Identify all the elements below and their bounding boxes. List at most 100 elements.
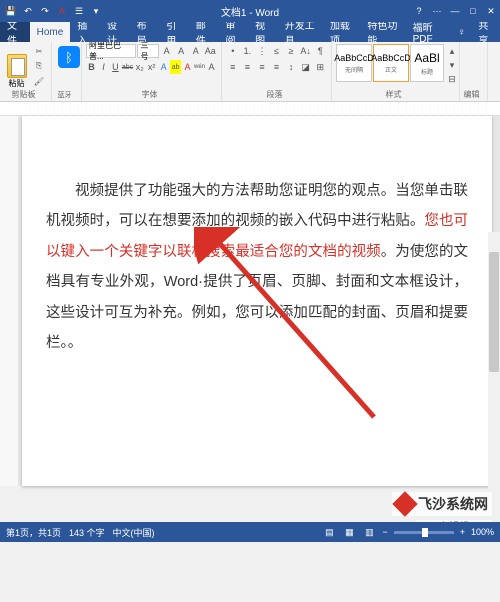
doc-text-run: 视频提供了功能强大的方法帮助您证明您的观点。当您单击联机视频时，可以在想要添加的… [46,183,468,229]
indent-dec-icon[interactable]: ≤ [270,44,284,58]
styles-more-icon[interactable]: ⊟ [445,72,459,86]
strike-button[interactable]: abc [122,60,133,74]
align-right-icon[interactable]: ≡ [255,60,269,74]
show-marks-icon[interactable]: ¶ [313,44,327,58]
shrink-font-icon[interactable]: A [174,44,188,58]
document-body[interactable]: 视频提供了功能强大的方法帮助您证明您的观点。当您单击联机视频时，可以在想要添加的… [46,176,468,359]
watermark: 飞沙系统网 [392,492,492,516]
tab-insert[interactable]: 插入 [70,22,100,42]
group-paragraph: • 1. ⋮ ≤ ≥ A↓ ¶ ≡ ≡ ≡ ≡ ↕ ◪ ⊞ 段落 [222,42,332,101]
tab-addins[interactable]: 加载项 [323,22,360,42]
shading-icon[interactable]: ◪ [299,60,313,74]
document-area: 视频提供了功能强大的方法帮助您证明您的观点。当您单击联机视频时，可以在想要添加的… [0,116,500,486]
italic-button[interactable]: I [98,60,109,74]
status-page[interactable]: 第1页，共1页 [6,526,61,539]
window-title: 文档1 - Word [221,4,279,19]
multilevel-icon[interactable]: ⋮ [255,44,269,58]
tab-home[interactable]: Home [30,22,71,42]
bluetooth-icon[interactable]: ᛒ [58,46,80,68]
zoom-slider[interactable] [394,531,454,534]
zoom-level[interactable]: 100% [471,527,494,537]
group-bluetooth: ᛒ 蓝牙 [52,42,82,101]
status-wordcount[interactable]: 143 个字 [69,526,105,539]
style-item-nogap[interactable]: AaBbCcD 无间隔 [336,44,372,82]
clear-format-icon[interactable]: Aa [203,44,217,58]
help-icon[interactable]: ? [410,0,428,22]
numbering-icon[interactable]: 1. [241,44,255,58]
style-item-normal[interactable]: AaBbCcD 正文 [373,44,409,82]
subscript-icon[interactable]: x₂ [134,60,145,74]
minimize-icon[interactable]: — [446,0,464,22]
close-icon[interactable]: ✕ [482,0,500,22]
tab-foxit[interactable]: 福昕PDF [406,22,451,42]
group-font: 阿里巴巴普... 三号 A A A Aa B I U abc x₂ x² A a… [82,42,222,101]
quick-access-toolbar: 💾 ↶ ↷ A ☰ ▾ [0,0,103,22]
print-layout-icon[interactable]: ▦ [342,525,356,539]
save-icon[interactable]: 💾 [4,4,18,18]
align-center-icon[interactable]: ≡ [241,60,255,74]
tab-design[interactable]: 设计 [100,22,130,42]
char-border-icon[interactable]: A [206,60,217,74]
group-label: 字体 [82,89,217,100]
redo-icon[interactable]: ↷ [38,4,52,18]
indent-inc-icon[interactable]: ≥ [284,44,298,58]
ribbon: 粘贴 ✂ ⎘ 🖌 剪贴板 ᛒ 蓝牙 阿里巴巴普... 三号 A A A Aa B [0,42,500,102]
format-painter-icon[interactable]: 🖌 [31,74,47,88]
align-left-icon[interactable]: ≡ [226,60,240,74]
tab-view[interactable]: 视图 [248,22,278,42]
justify-icon[interactable]: ≡ [270,60,284,74]
copy-icon[interactable]: ⎘ [31,59,47,73]
qat-more-icon[interactable]: ▾ [89,4,103,18]
bullets-icon[interactable]: • [226,44,240,58]
tab-special[interactable]: 特色功能 [360,22,405,42]
font-size-combo[interactable]: 三号 [137,44,158,58]
scroll-thumb[interactable] [489,252,499,372]
line-spacing-icon[interactable]: ↕ [284,60,298,74]
ribbon-options-icon[interactable]: ⋯ [428,0,446,22]
zoom-in-icon[interactable]: + [460,527,465,537]
vertical-scrollbar[interactable] [488,232,500,602]
font-name-combo[interactable]: 阿里巴巴普... [86,44,136,58]
superscript-icon[interactable]: x² [146,60,157,74]
group-label: 段落 [222,89,327,100]
underline-button[interactable]: U [110,60,121,74]
tab-layout[interactable]: 布局 [130,22,160,42]
undo-icon[interactable]: ↶ [21,4,35,18]
styles-down-icon[interactable]: ▾ [445,58,459,72]
group-styles: AaBbCcD 无间隔 AaBbCcD 正文 AaBl 标题 ▴ ▾ ⊟ 样式 [332,42,460,101]
tab-review[interactable]: 审阅 [218,22,248,42]
font-color-button[interactable]: A [182,60,193,74]
tab-references[interactable]: 引用 [159,22,189,42]
watermark-logo-icon [392,491,417,516]
tab-devtools[interactable]: 开发工具 [278,22,323,42]
phonetic-icon[interactable]: wén [194,60,205,74]
group-label: 编辑 [460,89,483,100]
group-label: 样式 [332,89,455,100]
styles-up-icon[interactable]: ▴ [445,44,459,58]
share-button[interactable]: 共享 [472,22,500,42]
borders-icon[interactable]: ⊞ [313,60,327,74]
style-item-heading[interactable]: AaBl 标题 [410,44,444,82]
touch-icon[interactable]: ☰ [72,4,86,18]
zoom-out-icon[interactable]: − [382,527,387,537]
status-language[interactable]: 中文(中国) [113,526,155,539]
vertical-ruler[interactable] [0,116,18,486]
group-label: 剪贴板 [0,89,47,100]
text-effects-icon[interactable]: A [158,60,169,74]
highlight-icon[interactable]: ab [170,60,181,74]
maximize-icon[interactable]: □ [464,0,482,22]
font-color-icon[interactable]: A [55,4,69,18]
grow-font-icon[interactable]: A [160,44,174,58]
horizontal-ruler[interactable] [0,102,500,116]
cut-icon[interactable]: ✂ [31,44,47,58]
change-case-icon[interactable]: A [189,44,203,58]
document-page[interactable]: 视频提供了功能强大的方法帮助您证明您的观点。当您单击联机视频时，可以在想要添加的… [22,116,492,486]
web-layout-icon[interactable]: ▥ [362,525,376,539]
bold-button[interactable]: B [86,60,97,74]
read-mode-icon[interactable]: ▤ [322,525,336,539]
sort-icon[interactable]: A↓ [299,44,313,58]
group-editing: 编辑 [460,42,488,101]
tab-tellme[interactable]: ♀ [451,22,473,42]
tab-mailings[interactable]: 邮件 [189,22,219,42]
tab-file[interactable]: 文件 [0,22,30,42]
